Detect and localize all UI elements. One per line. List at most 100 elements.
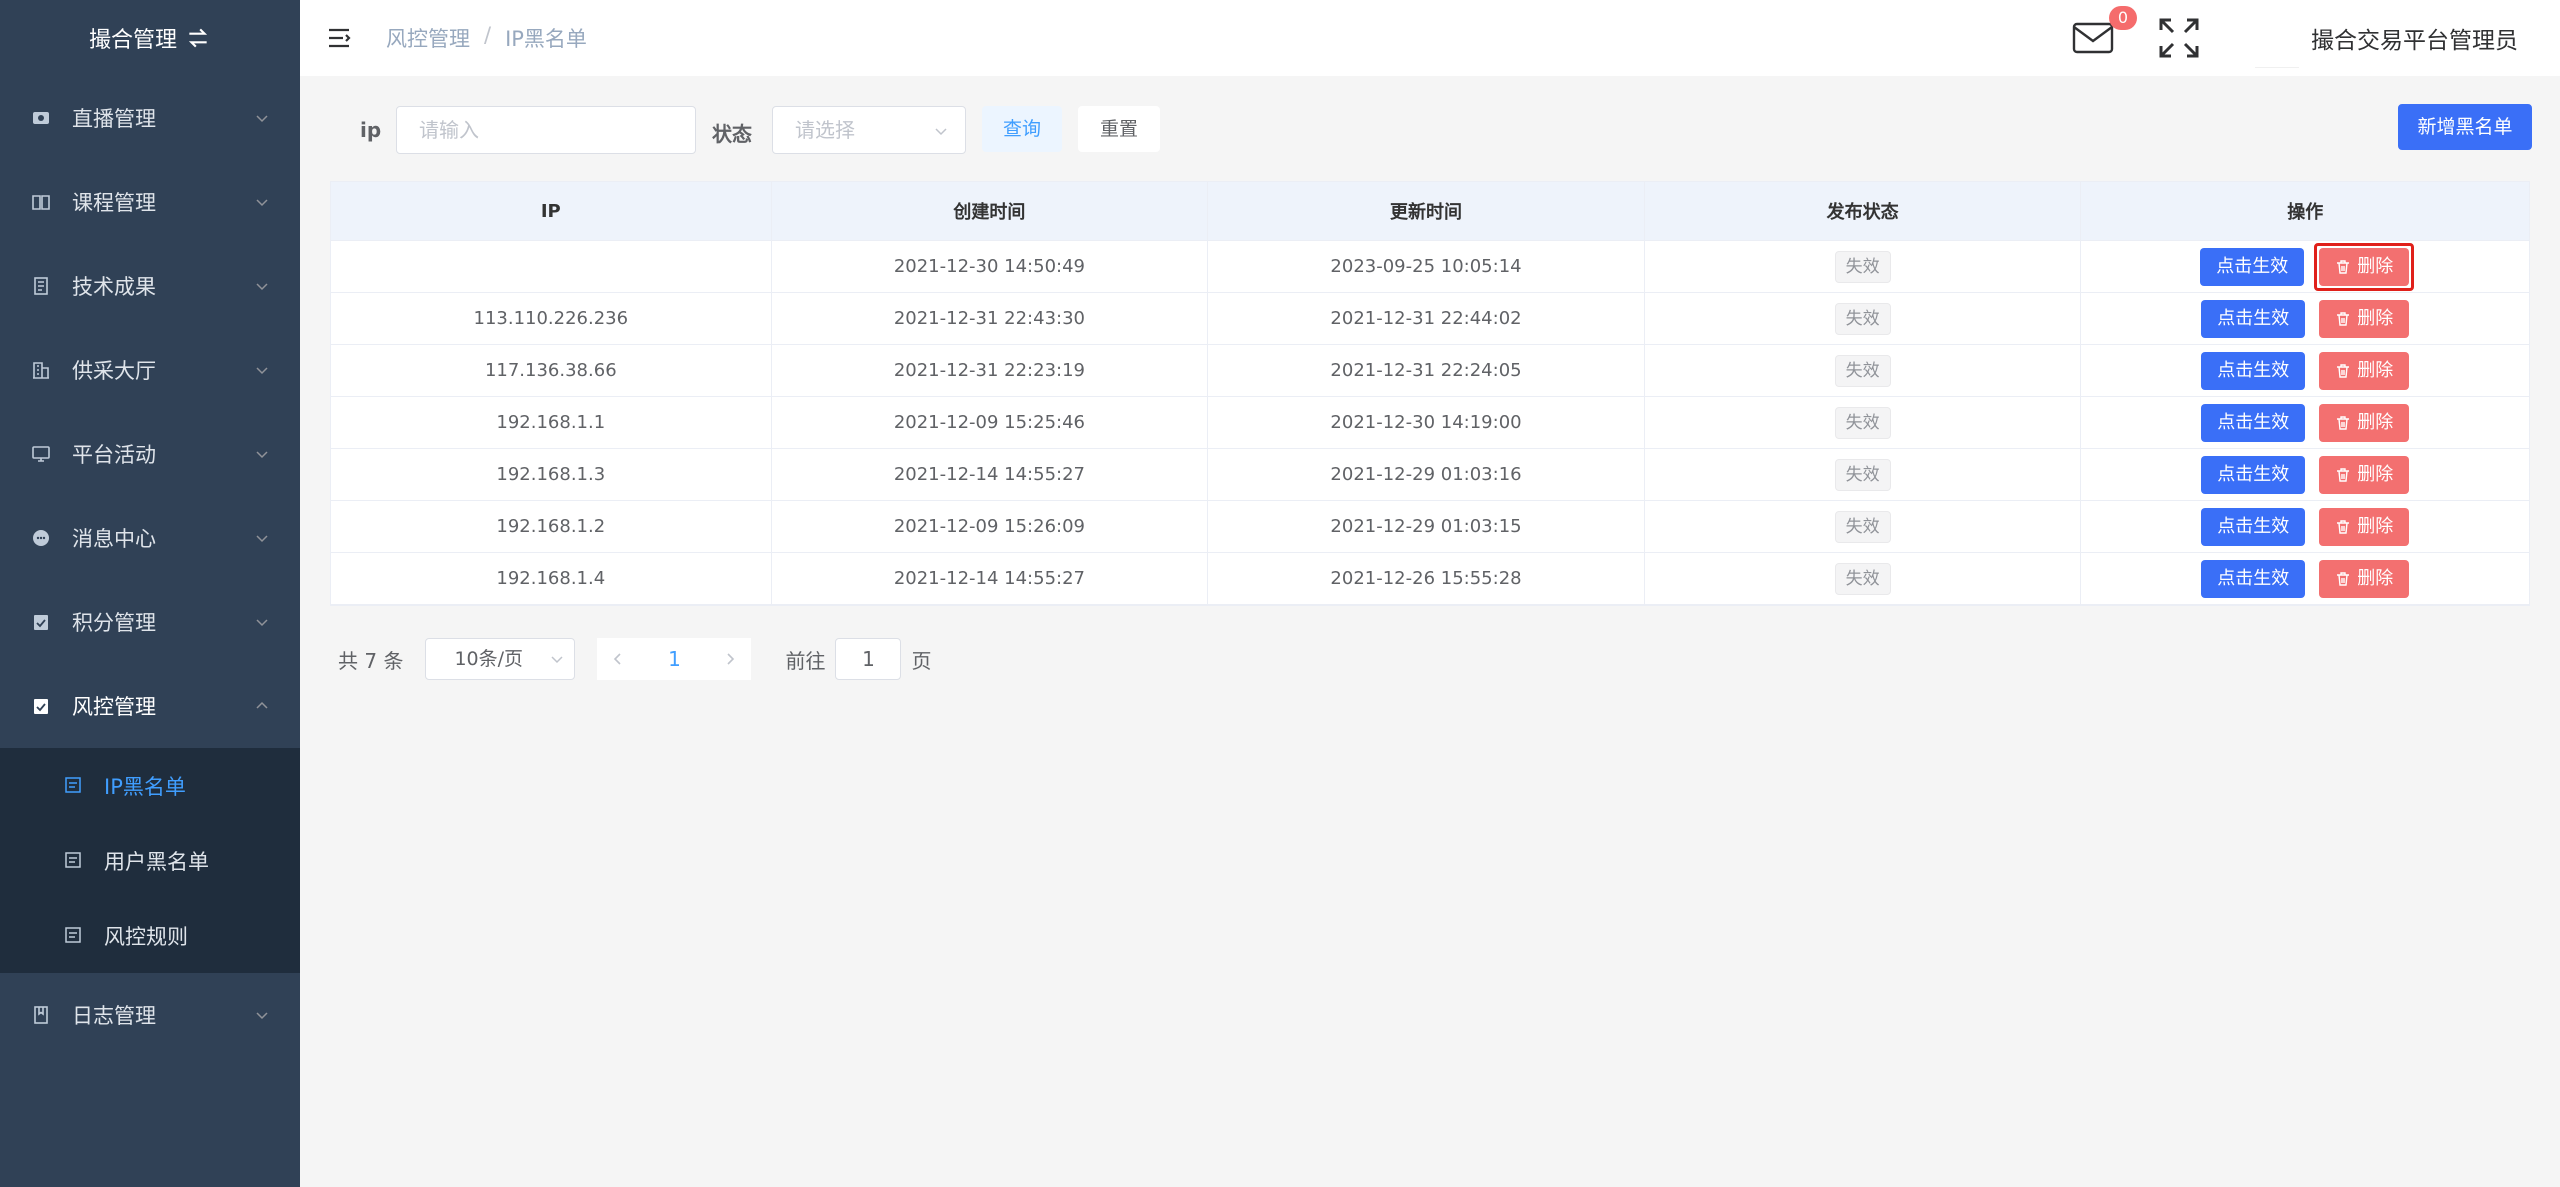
sidebar-item-risk-rules[interactable]: 风控规则 xyxy=(0,898,300,973)
status-badge: 失效 xyxy=(1834,302,1891,335)
hamburger-menu-icon[interactable] xyxy=(326,25,352,51)
status-label: 状态 xyxy=(712,122,752,146)
cell-status: 失效 xyxy=(1645,449,2082,500)
cell-created: 2021-12-31 22:23:19 xyxy=(772,345,1209,396)
column-header-created: 创建时间 xyxy=(772,182,1209,240)
header-right: 0 撮合交易平台管理员 xyxy=(2071,0,2560,76)
chevron-down-icon xyxy=(256,199,268,207)
add-blacklist-button[interactable]: 新增黑名单 xyxy=(2398,104,2532,150)
reset-button[interactable]: 重置 xyxy=(1078,106,1160,152)
cell-status: 失效 xyxy=(1645,293,2082,344)
cell-updated: 2023-09-25 10:05:14 xyxy=(1208,241,1645,292)
sidebar-item-activity[interactable]: 平台活动 xyxy=(0,412,300,496)
cell-created: 2021-12-14 14:55:27 xyxy=(772,553,1209,604)
delete-button[interactable]: 删除 xyxy=(2319,403,2410,442)
avatar[interactable] xyxy=(2255,8,2299,68)
delete-button[interactable]: 删除 xyxy=(2319,507,2410,546)
delete-button[interactable]: 删除 xyxy=(2319,559,2410,598)
cell-created: 2021-12-31 22:43:30 xyxy=(772,293,1209,344)
delete-button-label: 删除 xyxy=(2357,463,2394,485)
cell-updated: 2021-12-29 01:03:15 xyxy=(1208,501,1645,552)
next-page-button[interactable] xyxy=(709,638,751,680)
goto-suffix: 页 xyxy=(911,648,932,673)
cell-created: 2021-12-30 14:50:49 xyxy=(772,241,1209,292)
sidebar-item-risk[interactable]: 风控管理 xyxy=(0,664,300,748)
username[interactable]: 撮合交易平台管理员 xyxy=(2311,21,2518,55)
status-badge: 失效 xyxy=(1834,354,1891,387)
notification-badge: 0 xyxy=(2109,6,2137,30)
enable-button[interactable]: 点击生效 xyxy=(2201,403,2306,442)
cell-ip: 192.168.1.2 xyxy=(331,501,772,552)
sidebar-item-label: 直播管理 xyxy=(72,107,156,131)
sidebar-item-message[interactable]: 消息中心 xyxy=(0,496,300,580)
delete-button[interactable]: 删除 xyxy=(2319,299,2410,338)
risk-submenu: IP黑名单 用户黑名单 风控规则 xyxy=(0,748,300,973)
prev-page-button[interactable] xyxy=(597,638,639,680)
cell-actions: 点击生效 删除 xyxy=(2081,345,2529,396)
cell-created: 2021-12-14 14:55:27 xyxy=(772,449,1209,500)
query-button[interactable]: 查询 xyxy=(982,106,1062,152)
book-icon xyxy=(30,191,52,213)
trash-icon xyxy=(2337,415,2350,430)
enable-button[interactable]: 点击生效 xyxy=(2201,559,2306,598)
cell-updated: 2021-12-26 15:55:28 xyxy=(1208,553,1645,604)
delete-button-label: 删除 xyxy=(2357,255,2394,277)
status-badge: 失效 xyxy=(1834,406,1891,439)
status-badge: 失效 xyxy=(1834,458,1891,491)
sidebar-item-tech[interactable]: 技术成果 xyxy=(0,244,300,328)
enable-button[interactable]: 点击生效 xyxy=(2201,299,2306,338)
cell-ip: 192.168.1.3 xyxy=(331,449,772,500)
delete-button[interactable]: 删除 xyxy=(2319,351,2410,390)
table-row: 192.168.1.2 2021-12-09 15:26:09 2021-12-… xyxy=(331,501,2529,553)
enable-button[interactable]: 点击生效 xyxy=(2201,455,2306,494)
sidebar-item-ip-blacklist[interactable]: IP黑名单 xyxy=(0,748,300,823)
page-size-select[interactable]: 10条/页 xyxy=(425,638,576,680)
mail-icon xyxy=(2072,22,2114,54)
enable-button[interactable]: 点击生效 xyxy=(2200,247,2305,286)
mail-button[interactable]: 0 xyxy=(2071,6,2137,56)
table-row: 117.136.38.66 2021-12-31 22:23:19 2021-1… xyxy=(331,345,2529,397)
cell-updated: 2021-12-29 01:03:16 xyxy=(1208,449,1645,500)
chevron-down-icon xyxy=(256,1012,268,1020)
breadcrumb-item[interactable]: 风控管理 xyxy=(386,23,470,53)
fullscreen-icon[interactable] xyxy=(2157,16,2201,60)
sidebar-item-user-blacklist[interactable]: 用户黑名单 xyxy=(0,823,300,898)
document-icon xyxy=(30,275,52,297)
status-select[interactable]: 请选择 xyxy=(772,106,966,154)
list-icon xyxy=(64,926,84,946)
sidebar-item-label: 风控管理 xyxy=(72,695,156,719)
sidebar-item-live[interactable]: 直播管理 xyxy=(0,76,300,160)
trash-icon xyxy=(2337,259,2350,274)
top-navbar: 风控管理 / IP黑名单 0 撮合交易平台管理员 xyxy=(300,0,2560,76)
enable-button[interactable]: 点击生效 xyxy=(2201,507,2306,546)
chevron-down-icon xyxy=(256,619,268,627)
status-badge: 失效 xyxy=(1834,250,1891,283)
status-badge: 失效 xyxy=(1834,562,1891,595)
sidebar: 撮合管理 直播管理 课程管理 技术成果 供采大厅 平台活动 消息中心 积分管理 xyxy=(0,0,300,1187)
page-number-current[interactable]: 1 xyxy=(639,647,709,671)
ip-input[interactable]: 请输入 xyxy=(396,106,696,154)
main-content: ip 请输入 状态 请选择 查询 重置 新增黑名单 IP 创建时间 更新时间 发… xyxy=(300,76,2560,1187)
delete-button-label: 删除 xyxy=(2357,411,2394,433)
page-size-value: 10条/页 xyxy=(454,648,524,670)
table-row: 2021-12-30 14:50:49 2023-09-25 10:05:14 … xyxy=(331,241,2529,293)
delete-button-label: 删除 xyxy=(2357,359,2394,381)
pagination-total: 共 7 条 xyxy=(338,648,404,673)
trash-icon xyxy=(2337,467,2350,482)
sidebar-item-course[interactable]: 课程管理 xyxy=(0,160,300,244)
delete-button[interactable]: 删除 xyxy=(2319,247,2410,286)
goto-prefix: 前往 xyxy=(785,648,826,673)
chevron-down-icon xyxy=(256,451,268,459)
cell-ip: 192.168.1.1 xyxy=(331,397,772,448)
goto-page-input[interactable]: 1 xyxy=(835,638,902,680)
enable-button[interactable]: 点击生效 xyxy=(2201,351,2306,390)
sidebar-item-log[interactable]: 日志管理 xyxy=(0,973,300,1057)
delete-button[interactable]: 删除 xyxy=(2319,455,2410,494)
sidebar-item-supply[interactable]: 供采大厅 xyxy=(0,328,300,412)
table-body: 2021-12-30 14:50:49 2023-09-25 10:05:14 … xyxy=(331,241,2529,605)
sidebar-logo[interactable]: 撮合管理 xyxy=(0,0,300,76)
sidebar-item-label: IP黑名单 xyxy=(104,774,186,799)
cell-ip: 113.110.226.236 xyxy=(331,293,772,344)
sidebar-item-label: 课程管理 xyxy=(72,191,156,215)
sidebar-item-points[interactable]: 积分管理 xyxy=(0,580,300,664)
